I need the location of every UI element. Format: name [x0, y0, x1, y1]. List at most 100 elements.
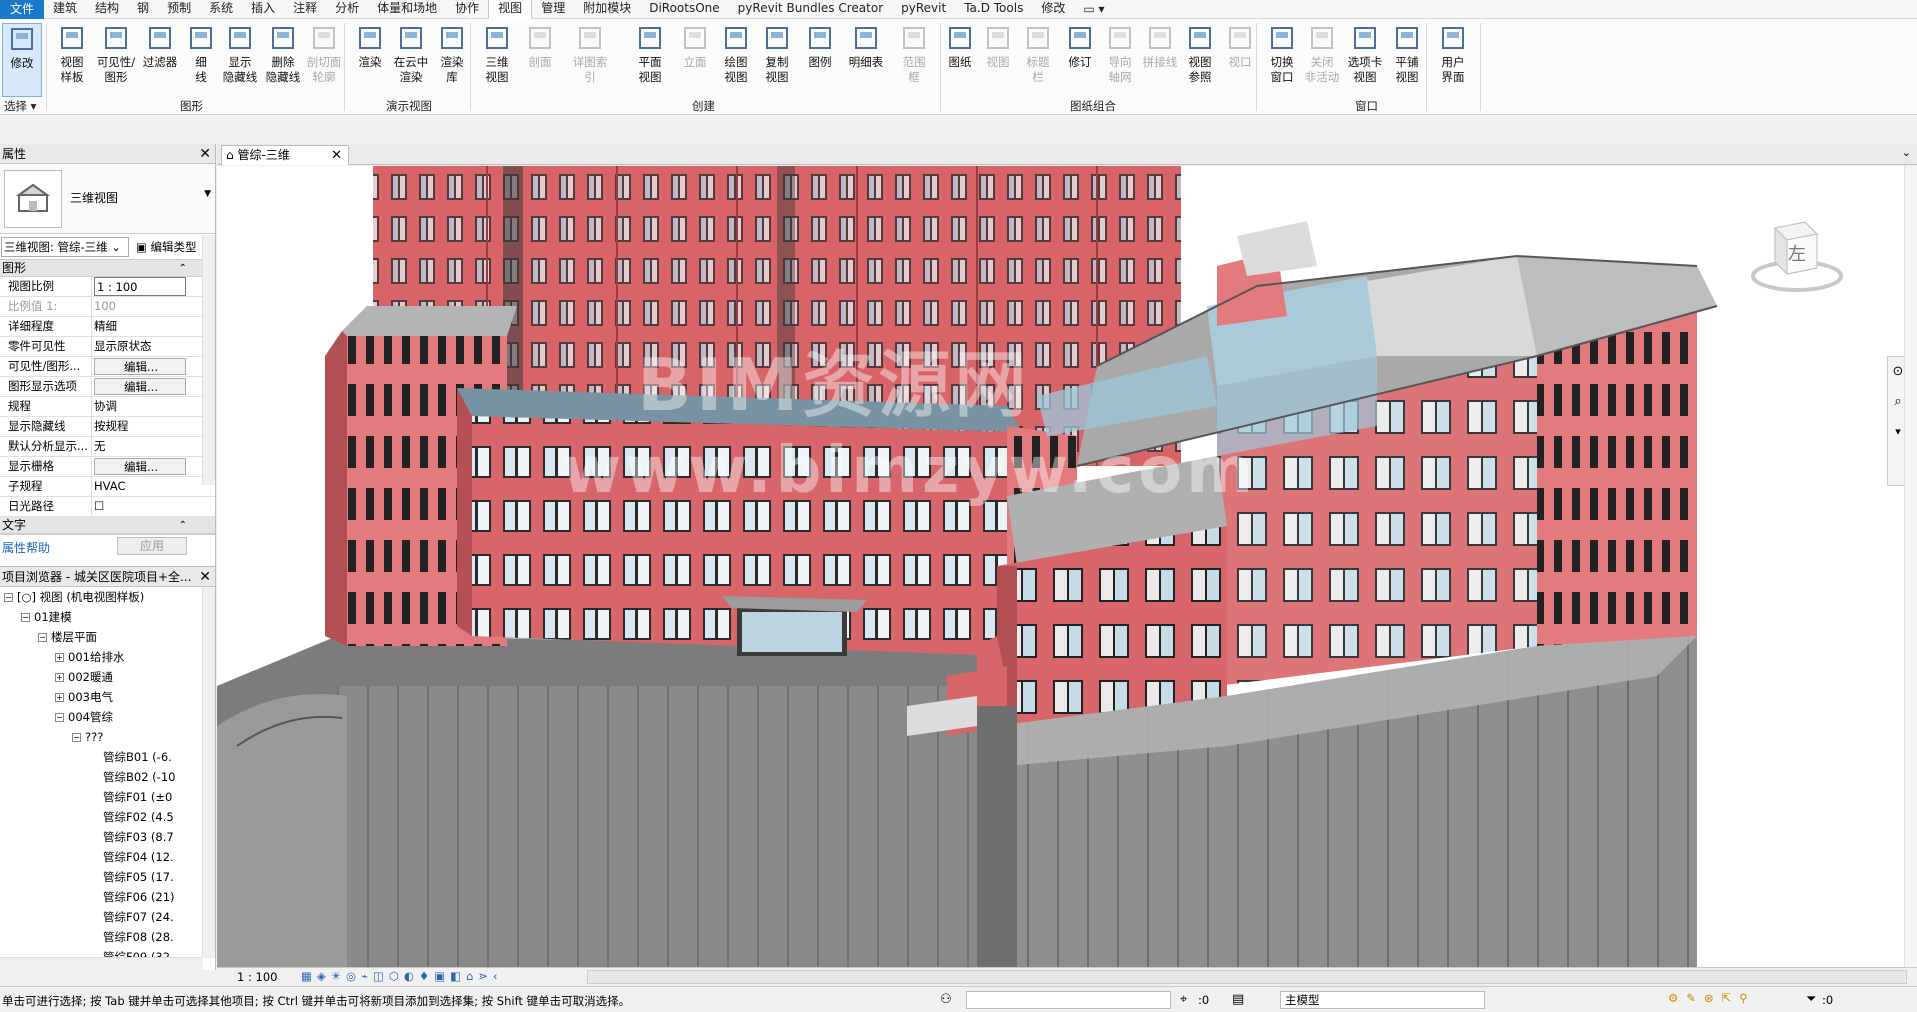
ribbon-button[interactable]: 复制 视图 — [757, 23, 797, 85]
ribbon-tab[interactable]: 体量和场地 — [368, 0, 446, 19]
ribbon-button[interactable]: 详图索引 — [570, 23, 610, 85]
viewcube[interactable]: 左 — [1745, 218, 1845, 298]
ribbon-button[interactable]: 绘图 视图 — [716, 23, 756, 85]
ribbon-button[interactable]: 修改 — [2, 23, 42, 97]
filter-icon[interactable]: ⏷ — [1806, 992, 1816, 1007]
ribbon-button[interactable]: 剖切面 轮廓 — [304, 23, 344, 85]
ribbon-button[interactable]: 渲染 库 — [432, 23, 472, 85]
ribbon-button[interactable]: 范围 框 — [894, 23, 934, 85]
edit-button[interactable]: 编辑... — [94, 358, 186, 375]
worksets-icon[interactable]: ⚇ — [940, 992, 952, 1007]
collapse-icon[interactable]: − — [55, 713, 64, 722]
ribbon-button[interactable]: 图例 — [800, 23, 840, 70]
tree-node[interactable]: 管综F06 (21) — [0, 887, 202, 907]
ribbon-tab[interactable]: 分析 — [326, 0, 368, 19]
ribbon-tab[interactable]: pyRevit Bundles Creator — [729, 0, 892, 19]
canvas-vscrollbar[interactable] — [1904, 166, 1917, 967]
ribbon-tab[interactable]: 附加模块 — [574, 0, 640, 19]
ribbon-tab[interactable]: 协作 — [446, 0, 488, 19]
collapse-icon[interactable]: − — [72, 733, 81, 742]
ribbon-tab[interactable]: 钢 — [128, 0, 158, 19]
ribbon-button[interactable]: 显示 隐藏线 — [220, 23, 260, 85]
tree-node[interactable]: +002暖通 — [0, 667, 202, 687]
ribbon-button[interactable]: 导向 轴网 — [1100, 23, 1140, 85]
tree-node[interactable]: 管综F07 (24. — [0, 907, 202, 927]
edit-button[interactable]: 编辑... — [94, 458, 186, 475]
ribbon-button[interactable]: 剖面 — [520, 23, 560, 70]
browser-hscrollbar[interactable] — [0, 957, 203, 970]
ribbon-tab[interactable]: 预制 — [158, 0, 200, 19]
design-option-field[interactable]: 主模型 — [1280, 991, 1485, 1009]
ribbon-button[interactable]: 明细表 — [846, 23, 886, 70]
ribbon-button[interactable]: 切换 窗口 — [1262, 23, 1302, 85]
ribbon-button[interactable]: 渲染 — [350, 23, 390, 70]
view-control-icons[interactable]: ▦◈☀◎⌁◫⬡◐♦▣◧⌂⋗‹ — [301, 969, 503, 983]
collapse-icon[interactable]: ⌃ — [179, 260, 187, 277]
section-text[interactable]: 文字 ⌃ — [0, 517, 215, 534]
property-value[interactable]: 无 — [92, 437, 184, 456]
collapse-icon[interactable]: − — [4, 593, 13, 602]
ribbon-button[interactable]: 标题 栏 — [1018, 23, 1058, 85]
ribbon-button[interactable]: 图纸 — [940, 23, 980, 70]
tree-node[interactable]: 管综F05 (17. — [0, 867, 202, 887]
tree-node[interactable]: −004管综 — [0, 707, 202, 727]
tree-node[interactable]: 管综F01 (±0 — [0, 787, 202, 807]
tab-3d-view[interactable]: ⌂ 管综-三维 ✕ — [221, 145, 349, 165]
canvas-hscrollbar[interactable] — [587, 970, 1907, 984]
properties-help-link[interactable]: 属性帮助 — [2, 539, 50, 556]
expand-icon[interactable]: + — [55, 673, 64, 682]
section-graphics[interactable]: 图形 ⌃ — [0, 260, 215, 277]
property-value[interactable]: 1 : 100 — [94, 277, 186, 296]
instance-selector[interactable]: 三维视图: 管综-三维 ⌄ — [1, 237, 129, 257]
chevron-down-icon[interactable]: ▼ — [204, 189, 211, 199]
tree-node[interactable]: 管综F02 (4.5 — [0, 807, 202, 827]
ribbon-button[interactable]: 细 线 — [181, 23, 221, 85]
tree-node[interactable]: 管综B01 (-6. — [0, 747, 202, 767]
properties-scrollbar[interactable] — [202, 235, 215, 485]
design-options-icon[interactable]: ▤ — [1232, 992, 1244, 1007]
ribbon-tab[interactable]: 插入 — [242, 0, 284, 19]
3d-view-canvas[interactable]: BIM资源网 www.bimzyw.com 左 ⊙ ⌕ ▾ — [217, 166, 1917, 967]
ribbon-tab[interactable]: 建筑 — [44, 0, 86, 19]
ribbon-button[interactable]: 过滤器 — [140, 23, 180, 70]
ribbon-button[interactable]: 视图 — [978, 23, 1018, 70]
view-scale[interactable]: 1 : 100 — [237, 970, 277, 984]
ribbon-button[interactable]: 关闭 非活动 — [1302, 23, 1342, 85]
close-icon[interactable]: ✕ — [331, 146, 342, 165]
ribbon-button[interactable]: 平铺 视图 — [1387, 23, 1427, 85]
tree-node[interactable]: 管综F09 (32. — [0, 947, 202, 957]
property-value[interactable]: ☐ — [92, 497, 184, 516]
apply-button[interactable]: 应用 — [117, 537, 187, 555]
ribbon-tab[interactable]: 修改 — [1032, 0, 1074, 19]
close-icon[interactable]: ✕ — [199, 144, 211, 164]
expand-icon[interactable]: + — [55, 653, 64, 662]
ribbon-button[interactable]: 修订 — [1060, 23, 1100, 70]
ribbon-button[interactable]: 三维 视图 — [477, 23, 517, 85]
tree-node[interactable]: +001给排水 — [0, 647, 202, 667]
ribbon-button[interactable]: 选项卡 视图 — [1345, 23, 1385, 85]
ribbon-tab[interactable]: 管理 — [532, 0, 574, 19]
tree-node[interactable]: 管综F04 (12. — [0, 847, 202, 867]
ribbon-button[interactable]: 平面 视图 — [630, 23, 670, 85]
workset-field[interactable] — [966, 991, 1171, 1009]
editing-requests-icon[interactable]: ⌖ — [1180, 992, 1187, 1007]
ribbon-button[interactable]: 视图 参照 — [1180, 23, 1220, 85]
tree-node[interactable]: −??? — [0, 727, 202, 747]
expand-icon[interactable]: + — [55, 693, 64, 702]
ribbon-button[interactable]: 在云中 渲染 — [391, 23, 431, 85]
tree-node[interactable]: +003电气 — [0, 687, 202, 707]
ribbon-button[interactable]: 视图 样板 — [52, 23, 92, 85]
tab-list-icon[interactable]: ⌄ — [1902, 146, 1911, 159]
ribbon-tab[interactable]: pyRevit — [892, 0, 955, 19]
ribbon-button[interactable]: 立面 — [675, 23, 715, 70]
ribbon-tab[interactable]: 结构 — [86, 0, 128, 19]
ribbon-button[interactable]: 拼接线 — [1140, 23, 1180, 70]
collapse-icon[interactable]: − — [21, 613, 30, 622]
close-icon[interactable]: ✕ — [199, 567, 211, 587]
tree-node[interactable]: −01建模 — [0, 607, 202, 627]
tree-node[interactable]: − 楼层平面 — [0, 627, 202, 647]
property-value[interactable]: 协调 — [92, 397, 184, 416]
tree-node[interactable]: 管综F08 (28. — [0, 927, 202, 947]
collapse-icon[interactable]: ⌃ — [179, 517, 187, 534]
ribbon-tab[interactable]: Ta.D Tools — [955, 0, 1032, 19]
